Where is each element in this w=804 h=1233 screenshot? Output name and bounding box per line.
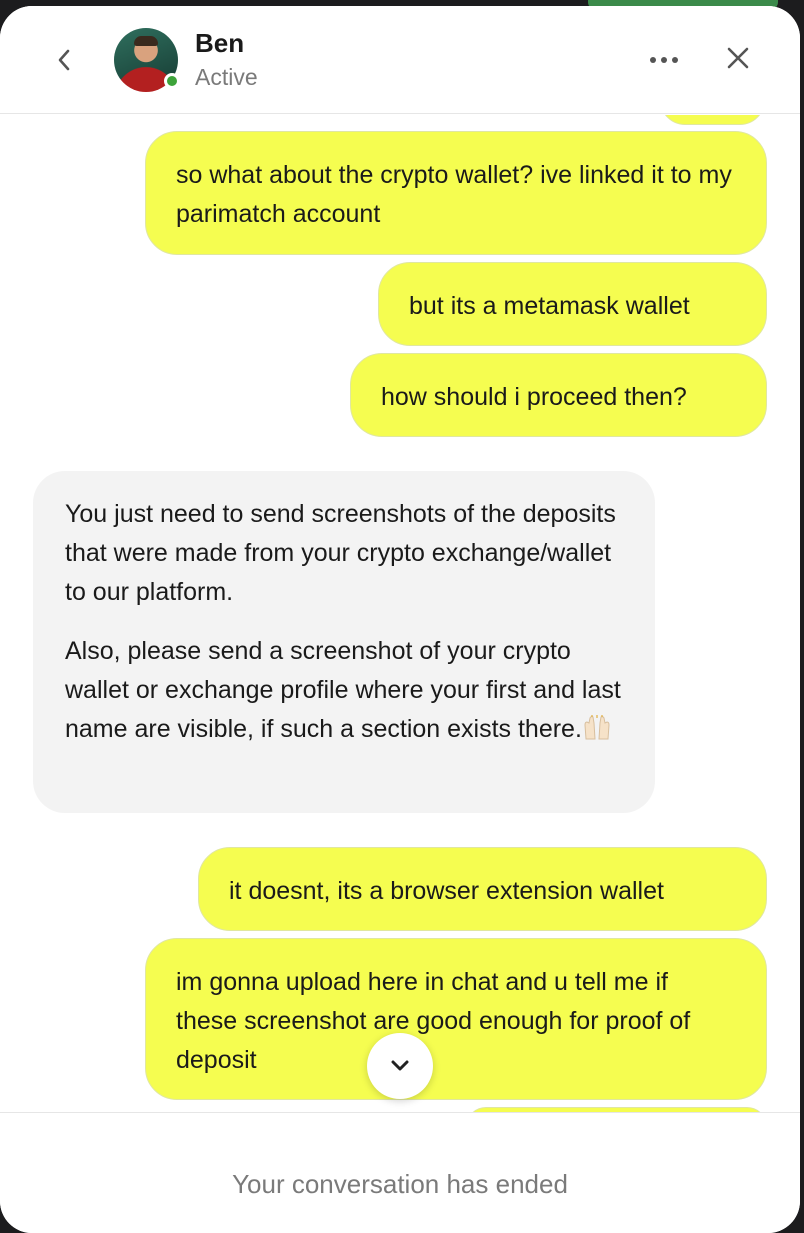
scroll-to-bottom-button[interactable] [367,1033,433,1099]
message-text: it doesnt, its a browser extension walle… [229,877,664,905]
more-horizontal-icon [650,57,678,63]
user-message: it doesnt, its a browser extension walle… [198,847,767,931]
agent-name: Ben [195,28,245,58]
close-button[interactable] [720,40,756,76]
close-icon [727,47,749,69]
message-text: so what about the crypto wallet? ive lin… [176,161,732,228]
conversation-ended-text: Your conversation has ended [232,1169,568,1199]
online-status-dot [164,73,180,89]
message-bubble-partial [660,115,765,125]
chevron-left-icon [58,49,70,71]
chat-window: Ben Active so what about the crypto wall… [0,6,800,1233]
message-list[interactable]: so what about the crypto wallet? ive lin… [0,115,800,1112]
user-message: im gonna upload here in chat and u tell … [145,938,767,1100]
chat-footer: Your conversation has ended [0,1112,800,1233]
message-text: but its a metamask wallet [409,292,690,320]
user-message: how should i proceed then? [350,353,767,437]
message-paragraph: Also, please send a screenshot of your c… [65,637,621,743]
agent-status: Active [195,64,258,90]
user-message: so what about the crypto wallet? ive lin… [145,131,767,255]
message-text: how should i proceed then? [381,383,687,411]
agent-message: You just need to send screenshots of the… [33,471,655,813]
more-options-button[interactable] [644,46,684,74]
chevron-down-icon [391,1060,409,1071]
chat-header: Ben Active [0,6,800,114]
user-message: but its a metamask wallet [378,262,767,346]
back-button[interactable] [46,42,82,78]
message-text: im gonna upload here in chat and u tell … [176,968,691,1074]
raised-hands-icon [584,715,610,740]
message-paragraph: You just need to send screenshots of the… [65,500,616,606]
